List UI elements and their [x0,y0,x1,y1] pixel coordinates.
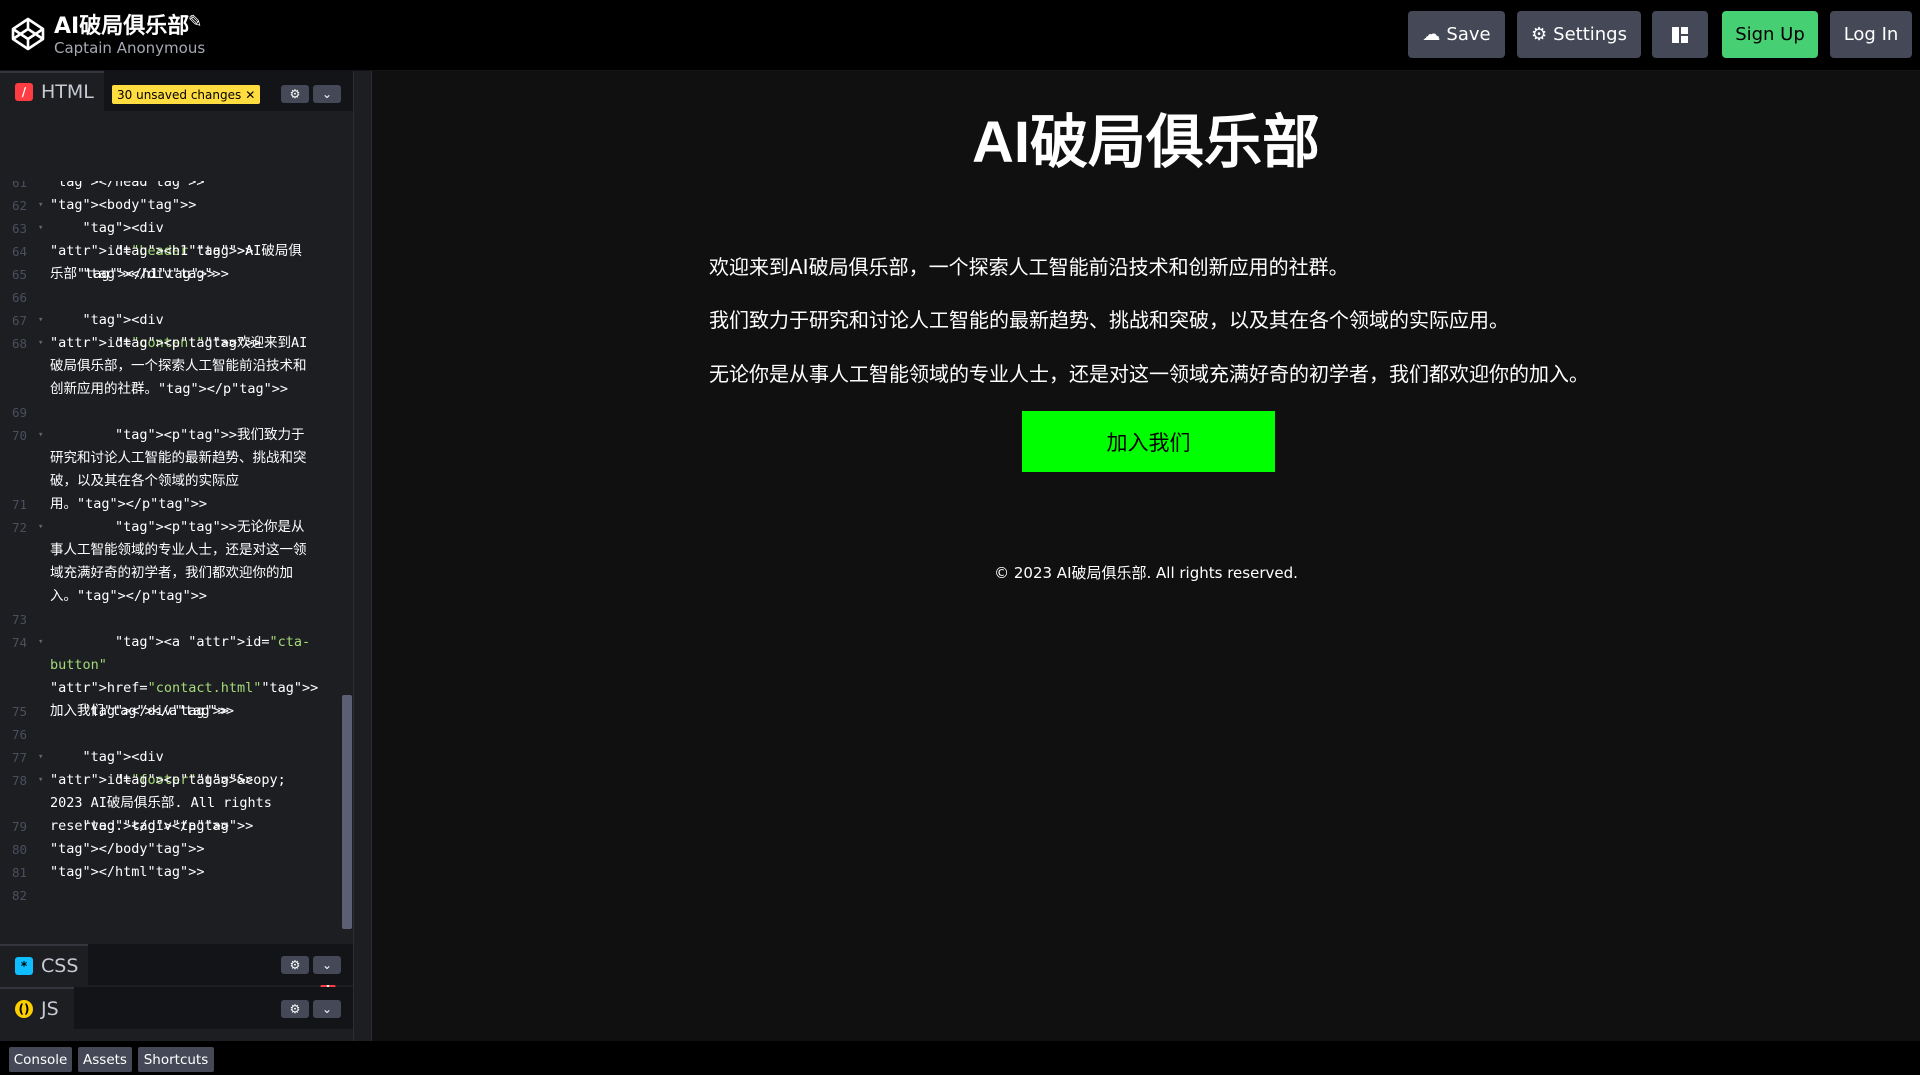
line-number: 82 [12,888,28,903]
fold-arrow-icon[interactable]: ▾ [38,217,43,240]
line-number: 75 [12,704,28,719]
tab-js[interactable]: () JS [0,987,74,1029]
tab-html[interactable]: / HTML [0,71,104,111]
line-number: 66 [12,290,28,305]
layout-icon [1672,26,1688,43]
line-number: 80 [12,842,28,857]
html-slash-icon: / [15,83,33,101]
code-text: "tag"></body"tag">> [50,841,205,857]
line-number: 73 [12,612,28,627]
js-editor-header: () JS ⚙ ⌄ [0,987,353,1029]
code-text: "tag"><p"tag">>我们致力于研究和讨论人工智能的最新趋势、挑战和突破… [50,427,307,512]
line-number: 65 [12,267,28,282]
unsaved-changes-text: 30 unsaved changes [117,87,242,102]
shortcuts-button[interactable]: Shortcuts [138,1047,214,1072]
code-text: "tag"><p"tag">>无论你是从事人工智能领域的专业人士，还是对这一领域… [50,519,307,604]
gear-icon: ⚙ [289,87,301,101]
line-number: 62 [12,198,28,213]
unsaved-changes-badge[interactable]: 30 unsaved changes ✕ [112,85,261,104]
fold-arrow-icon[interactable]: ▾ [38,424,43,447]
fold-arrow-icon[interactable]: ▾ [38,631,43,654]
line-number: 81 [12,865,28,880]
line-number: 71 [12,497,28,512]
fold-arrow-icon[interactable]: ▾ [38,332,43,355]
fold-arrow-icon[interactable]: ▾ [38,769,43,792]
js-settings-button[interactable]: ⚙ [281,1000,309,1018]
code-text: "tag"></div"tag">> [82,266,229,282]
line-number: 79 [12,819,28,834]
codepen-logo-icon[interactable] [10,16,46,52]
css-collapse-button[interactable]: ⌄ [313,956,341,974]
save-button[interactable]: ☁ Save [1408,11,1505,58]
save-label: Save [1446,24,1491,45]
pen-title[interactable]: AI破局俱乐部 [54,8,189,40]
line-number: 64 [12,244,28,259]
change-view-button[interactable] [1652,11,1708,58]
css-asterisk-icon: * [15,956,33,975]
tab-css-label: CSS [41,954,79,977]
line-number: 69 [12,405,28,420]
top-bar: AI破局俱乐部 ✎ Captain Anonymous ☁ Save ⚙ Set… [0,0,1920,70]
bottom-bar: Console Assets Shortcuts [0,1041,1920,1075]
line-number: 77 [12,750,28,765]
editor-panel: / HTML 30 unsaved changes ✕ ⚙ ⌄ 61 "tag">… [0,71,353,1041]
code-text: "tag"></html"tag">> [50,864,205,880]
fold-arrow-icon[interactable]: ▾ [38,516,43,539]
line-number: 61 [12,181,28,190]
js-brace-icon: () [15,1000,33,1018]
preview-paragraph-2: 我们致力于研究和讨论人工智能的最新趋势、挑战和突破，以及其在各个领域的实际应用。 [709,308,1509,332]
tab-css[interactable]: * CSS [0,944,88,985]
chevron-down-icon: ⌄ [321,958,333,972]
css-settings-button[interactable]: ⚙ [281,956,309,974]
sign-up-button[interactable]: Sign Up [1722,11,1818,58]
code-text: "tag"></div"tag">> [82,818,229,834]
pen-author: Captain Anonymous [54,39,206,57]
code-text: "tag"><p"tag">>欢迎来到AI破局俱乐部，一个探索人工智能前沿技术和… [50,335,308,397]
code-text: "tag"></div"tag">> [82,703,229,719]
pencil-icon[interactable]: ✎ [188,12,202,32]
settings-label: Settings [1553,24,1627,45]
css-editor-header: * CSS ⚙ ⌄ [0,944,353,985]
line-number: 76 [12,727,28,742]
preview-heading: AI破局俱乐部 [971,110,1320,175]
gear-icon: ⚙ [1531,24,1548,45]
chevron-down-icon: ⌄ [321,1002,333,1016]
line-number: 68 [12,336,28,351]
tab-html-label: HTML [41,81,94,103]
html-collapse-button[interactable]: ⌄ [313,85,341,103]
html-settings-button[interactable]: ⚙ [281,85,309,103]
line-number: 63 [12,221,28,236]
tab-js-label: JS [41,998,59,1020]
chevron-down-icon: ⌄ [321,87,333,101]
assets-button[interactable]: Assets [78,1047,132,1072]
gear-icon: ⚙ [289,958,301,972]
fold-arrow-icon[interactable]: ▾ [38,746,43,769]
gear-icon: ⚙ [289,1002,301,1016]
join-us-button[interactable]: 加入我们 [1022,411,1275,472]
preview-paragraph-1: 欢迎来到AI破局俱乐部，一个探索人工智能前沿技术和创新应用的社群。 [709,255,1349,279]
fold-arrow-icon[interactable]: ▾ [38,309,43,332]
html-code-editor[interactable]: 61 "tag"></head"tag">> 62 ▾ "tag"><body"tag"… [0,181,353,1013]
preview-paragraph-3: 无论你是从事人工智能领域的专业人士，还是对这一领域充满好奇的初学者，我们都欢迎你… [709,362,1589,386]
fold-arrow-icon[interactable]: ▾ [38,194,43,217]
line-number: 78 [12,773,28,788]
panel-resize-handle[interactable] [353,71,372,1041]
line-number: 67 [12,313,28,328]
line-number: 70 [12,428,28,443]
line-number: 72 [12,520,28,535]
code-text: "tag"><body"tag">> [50,197,197,213]
html-editor-header: / HTML 30 unsaved changes ✕ ⚙ ⌄ [0,71,353,111]
console-button[interactable]: Console [9,1047,72,1072]
code-text: "tag"></head"tag">> [50,181,205,190]
editor-scrollbar[interactable] [342,695,352,929]
js-collapse-button[interactable]: ⌄ [313,1000,341,1018]
cloud-icon: ☁ [1422,24,1441,45]
line-number: 74 [12,635,28,650]
settings-button[interactable]: ⚙ Settings [1517,11,1641,58]
log-in-button[interactable]: Log In [1830,11,1912,58]
preview-footer: © 2023 AI破局俱乐部. All rights reserved. [994,564,1298,582]
close-icon[interactable]: ✕ [245,88,255,102]
preview-pane: AI破局俱乐部 欢迎来到AI破局俱乐部，一个探索人工智能前沿技术和创新应用的社群… [372,71,1920,1041]
